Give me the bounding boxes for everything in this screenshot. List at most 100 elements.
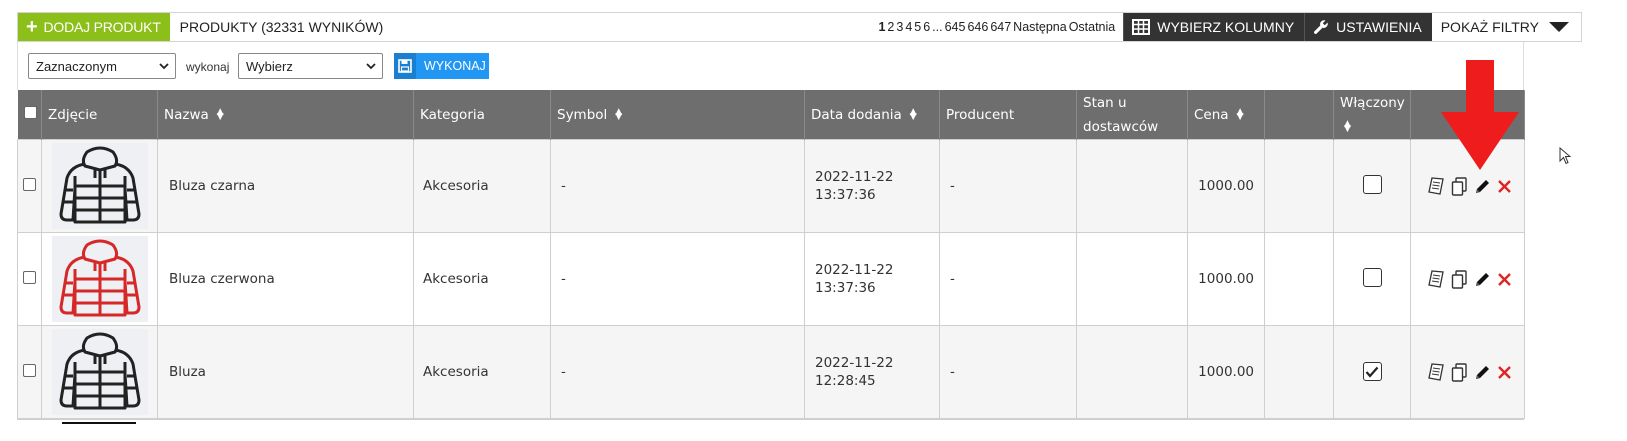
products-count: PRODUKTY (32331 WYNIKÓW)	[179, 19, 384, 35]
wrench-icon	[1314, 20, 1328, 34]
product-manufacturer: -	[950, 271, 955, 287]
pencil-edit-icon[interactable]	[1474, 178, 1491, 195]
delete-x-icon[interactable]	[1497, 272, 1512, 287]
header-supplier-stock-line2: dostawców	[1083, 118, 1159, 135]
note-icon[interactable]	[1428, 177, 1445, 195]
products-table: Zdjęcie Nazwa ▲ ▼ Kategoria Symbol ▲ ▼ Data …	[17, 90, 1525, 419]
product-name[interactable]: Bluza czerwona	[169, 271, 275, 287]
name-cell: Bluza czerwona	[157, 232, 414, 326]
product-thumbnail[interactable]	[51, 329, 148, 415]
scope-select[interactable]: Zaznaczonym	[28, 53, 176, 79]
product-thumbnail	[62, 422, 136, 424]
supplier-stock-cell	[1076, 232, 1188, 326]
empty-cell	[1264, 232, 1334, 326]
header-category-label: Kategoria	[420, 106, 485, 123]
choose-columns-button[interactable]: WYBIERZ KOLUMNY	[1123, 13, 1305, 41]
page-link[interactable]: 2	[887, 20, 894, 34]
chevron-down-icon	[366, 63, 376, 70]
enabled-cell	[1333, 325, 1411, 419]
symbol-cell: -	[550, 325, 805, 419]
page-link[interactable]: 6	[923, 20, 930, 34]
floppy-disk-icon	[394, 53, 416, 79]
product-name[interactable]: Bluza czarna	[169, 178, 255, 194]
table-grid-icon	[1132, 19, 1151, 35]
header-photo-label: Zdjęcie	[48, 106, 98, 123]
enabled-checkbox[interactable]	[1362, 362, 1382, 382]
header-supplier-stock: Stan u dostawców	[1076, 90, 1188, 140]
copy-icon[interactable]	[1451, 362, 1468, 382]
row-checkbox[interactable]	[23, 270, 36, 284]
row-checkbox[interactable]	[23, 177, 36, 191]
product-manufacturer: -	[950, 178, 955, 194]
product-manufacturer: -	[950, 364, 955, 380]
delete-x-icon[interactable]	[1497, 365, 1512, 380]
choose-columns-label: WYBIERZ KOLUMNY	[1157, 19, 1295, 35]
row-select-cell	[17, 325, 42, 419]
symbol-cell: -	[550, 139, 805, 233]
product-symbol: -	[561, 178, 566, 194]
empty-cell	[1264, 325, 1334, 419]
product-price: 1000.00	[1198, 271, 1254, 287]
last-page-link[interactable]: Ostatnia	[1069, 20, 1116, 34]
note-icon[interactable]	[1428, 270, 1445, 288]
pencil-edit-icon[interactable]	[1474, 364, 1491, 381]
photo-cell	[41, 139, 158, 233]
manufacturer-cell: -	[939, 232, 1077, 326]
price-cell: 1000.00	[1187, 232, 1265, 326]
action-select-value: Wybierz	[246, 58, 293, 74]
product-price: 1000.00	[1198, 364, 1254, 380]
show-filters-button[interactable]: POKAŻ FILTRY	[1432, 13, 1581, 41]
sort-icon[interactable]: ▲ ▼	[1237, 107, 1244, 121]
copy-icon[interactable]	[1451, 176, 1468, 196]
supplier-stock-cell	[1076, 139, 1188, 233]
execute-button[interactable]: WYKONAJ	[394, 53, 489, 79]
actions-cell	[1410, 325, 1525, 419]
page-link[interactable]: 3	[896, 20, 903, 34]
product-symbol: -	[561, 364, 566, 380]
sort-icon[interactable]: ▲ ▼	[910, 107, 917, 121]
time-added: 13:37:36	[815, 280, 876, 296]
product-name[interactable]: Bluza	[169, 364, 206, 380]
mouse-cursor-icon	[1559, 147, 1571, 165]
header-enabled[interactable]: Włączony ▲ ▼	[1333, 90, 1411, 140]
page-link[interactable]: 647	[990, 20, 1011, 34]
page-link[interactable]: 646	[967, 20, 988, 34]
sort-icon[interactable]: ▲ ▼	[217, 107, 224, 121]
page-link[interactable]: 4	[905, 20, 912, 34]
page-current[interactable]: 1	[878, 20, 885, 34]
note-icon[interactable]	[1428, 363, 1445, 381]
row-checkbox[interactable]	[23, 363, 36, 377]
pencil-edit-icon[interactable]	[1474, 271, 1491, 288]
settings-button[interactable]: USTAWIENIA	[1304, 13, 1432, 41]
header-date-added[interactable]: Data dodania ▲ ▼	[804, 90, 940, 140]
next-page-link[interactable]: Następna	[1013, 20, 1067, 34]
header-symbol[interactable]: Symbol ▲ ▼	[550, 90, 805, 140]
add-product-label: DODAJ PRODUKT	[43, 19, 161, 35]
row-select-cell	[17, 139, 42, 233]
product-symbol: -	[561, 271, 566, 287]
select-all-checkbox[interactable]	[23, 106, 37, 119]
product-price: 1000.00	[1198, 178, 1254, 194]
header-name[interactable]: Nazwa ▲ ▼	[157, 90, 414, 140]
action-select[interactable]: Wybierz	[238, 53, 383, 79]
page-link[interactable]: 5	[914, 20, 921, 34]
enabled-checkbox[interactable]	[1362, 174, 1382, 194]
page-link[interactable]: 645	[945, 20, 966, 34]
product-thumbnail[interactable]	[51, 236, 148, 322]
add-product-button[interactable]: + DODAJ PRODUKT	[18, 13, 170, 41]
manufacturer-cell: -	[939, 139, 1077, 233]
copy-icon[interactable]	[1451, 269, 1468, 289]
sort-icon[interactable]: ▲ ▼	[615, 107, 622, 121]
category-cell: Akcesoria	[413, 232, 551, 326]
delete-x-icon[interactable]	[1497, 179, 1512, 194]
date-cell: 2022-11-22 13:37:36	[804, 139, 940, 233]
header-empty	[1264, 90, 1334, 140]
header-price-label: Cena	[1194, 106, 1229, 123]
product-thumbnail[interactable]	[51, 143, 148, 229]
sort-icon[interactable]: ▲ ▼	[1344, 119, 1351, 133]
enabled-checkbox[interactable]	[1362, 267, 1382, 287]
plus-icon: +	[26, 16, 38, 38]
table-row: Bluza czerwona Akcesoria - 2022-11-22 13:37:…	[17, 232, 1525, 326]
photo-cell	[41, 325, 158, 419]
header-price[interactable]: Cena ▲ ▼	[1187, 90, 1265, 140]
